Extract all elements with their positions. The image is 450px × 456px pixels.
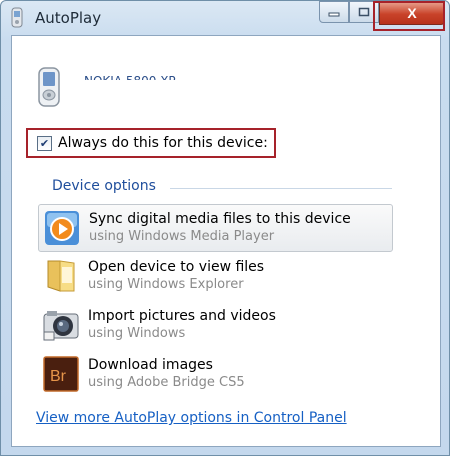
dialog-content: NOKIA 5800 XP ✔ Always do this for this …	[11, 35, 441, 447]
close-button-highlight	[373, 1, 445, 31]
control-panel-link[interactable]: View more AutoPlay options in Control Pa…	[36, 410, 347, 426]
option-sync-media[interactable]: Sync digital media files to this device …	[38, 204, 393, 252]
option-title: Import pictures and videos	[88, 308, 276, 324]
option-subtitle: using Windows Media Player	[89, 229, 275, 244]
always-checkbox[interactable]: ✔	[37, 135, 52, 151]
option-open-device[interactable]: Open device to view files using Windows …	[38, 253, 391, 299]
title-bar[interactable]: AutoPlay X	[1, 1, 449, 35]
minimize-button[interactable]	[319, 1, 349, 23]
option-subtitle: using Adobe Bridge CS5	[88, 375, 245, 390]
always-checkbox-label[interactable]: Always do this for this device:	[58, 135, 268, 151]
option-title: Sync digital media files to this device	[89, 211, 351, 227]
adobe-bridge-text: Br	[50, 368, 67, 385]
option-import-pictures[interactable]: Import pictures and videos using Windows	[38, 302, 391, 348]
camera-icon	[43, 311, 79, 341]
folder-icon	[47, 260, 75, 292]
option-subtitle: using Windows Explorer	[88, 277, 244, 292]
option-title: Download images	[88, 357, 213, 373]
always-do-this-highlight: ✔ Always do this for this device:	[26, 128, 276, 158]
minimize-icon	[328, 12, 340, 17]
section-divider	[170, 188, 392, 189]
option-title: Open device to view files	[88, 259, 265, 275]
window-title: AutoPlay	[35, 9, 102, 27]
maximize-icon	[358, 7, 370, 17]
option-download-images[interactable]: Br Download images using Adobe Bridge CS…	[38, 351, 391, 397]
device-phone-icon	[11, 7, 23, 28]
adobe-bridge-icon: Br	[43, 356, 79, 392]
device-options-heading: Device options	[52, 178, 156, 194]
windows-media-player-icon	[45, 211, 79, 245]
mobile-phone-icon	[38, 67, 60, 107]
device-name: NOKIA 5800 XP	[84, 74, 284, 80]
autoplay-window: AutoPlay X ✔ Always do this for this dev…	[0, 0, 450, 456]
option-subtitle: using Windows	[88, 326, 186, 341]
checkmark-icon: ✔	[39, 136, 50, 150]
